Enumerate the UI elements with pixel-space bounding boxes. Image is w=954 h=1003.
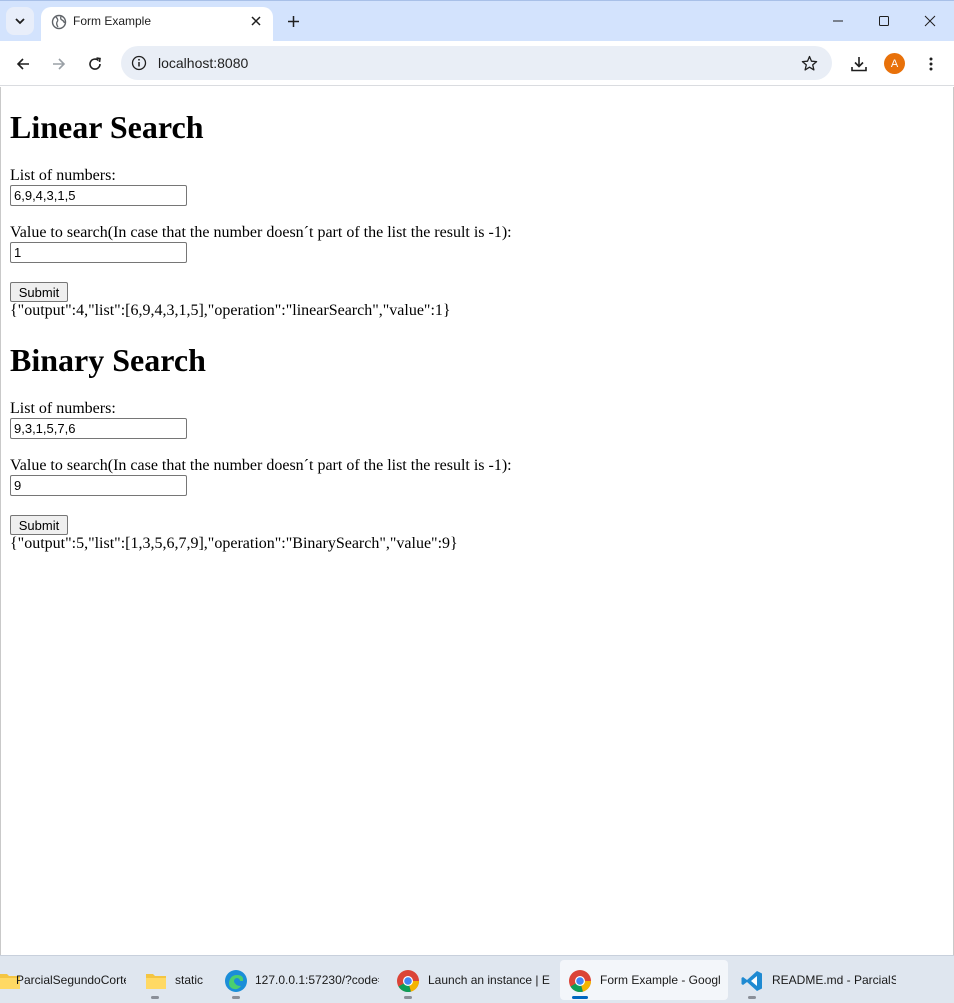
chrome-icon <box>397 970 419 993</box>
site-info-button[interactable] <box>130 54 148 72</box>
linear-value-input[interactable] <box>10 242 187 263</box>
binary-value-input[interactable] <box>10 475 187 496</box>
taskbar-item-label: Launch an instance | EC <box>428 973 550 987</box>
star-icon <box>801 55 817 71</box>
maximize-icon <box>879 16 889 26</box>
folder-icon <box>146 974 166 989</box>
close-icon <box>251 16 261 26</box>
chrome-icon <box>569 970 591 993</box>
globe-icon <box>51 14 67 30</box>
bookmark-button[interactable] <box>799 53 819 73</box>
back-button[interactable] <box>10 51 36 77</box>
browser-tab[interactable]: Form Example <box>41 7 273 42</box>
browser-toolbar: localhost:8080 A <box>0 41 954 86</box>
binary-submit-button[interactable]: Submit <box>10 515 68 535</box>
info-icon <box>131 55 147 71</box>
taskbar-item[interactable]: Launch an instance | EC <box>388 960 556 1000</box>
taskbar-item[interactable]: static <box>136 960 216 1000</box>
url-text: localhost:8080 <box>158 55 249 71</box>
vscode-icon <box>741 971 762 991</box>
taskbar-item[interactable]: README.md - ParcialS <box>732 960 900 1000</box>
linear-result-text: {"output":4,"list":[6,9,4,3,1,5],"operat… <box>10 302 451 319</box>
binary-list-label: List of numbers: <box>10 400 116 417</box>
taskbar-item-label: ParcialSegundoCorte <box>16 973 126 987</box>
taskbar-item-label: README.md - ParcialS <box>772 973 896 987</box>
binary-value-label: Value to search(In case that the number … <box>10 457 512 474</box>
profile-avatar[interactable]: A <box>884 53 905 74</box>
tab-search-button[interactable] <box>6 7 34 35</box>
tab-close-button[interactable] <box>247 12 265 30</box>
active-indicator <box>572 996 588 999</box>
more-vert-icon <box>929 57 933 71</box>
web-page: Linear Search List of numbers: Value to … <box>0 87 954 955</box>
tab-title: Form Example <box>73 14 152 28</box>
linear-value-label: Value to search(In case that the number … <box>10 224 512 241</box>
downloads-button[interactable] <box>846 51 872 77</box>
chrome-menu-button[interactable] <box>918 51 944 77</box>
taskbar-item-active[interactable]: Form Example - Googl <box>560 960 728 1000</box>
taskbar-item-label: static <box>175 973 204 987</box>
binary-list-input[interactable] <box>10 418 187 439</box>
running-indicator <box>151 996 159 999</box>
close-window-button[interactable] <box>918 9 942 33</box>
minimize-icon <box>833 20 843 22</box>
maximize-button[interactable] <box>872 9 896 33</box>
arrow-right-icon <box>53 58 66 70</box>
linear-list-label: List of numbers: <box>10 167 116 184</box>
close-icon <box>924 15 936 27</box>
forward-button[interactable] <box>46 51 72 77</box>
taskbar-item-label: Form Example - Googl <box>600 973 721 987</box>
minimize-button[interactable] <box>826 9 850 33</box>
taskbar-item[interactable]: ParcialSegundoCorte <box>0 960 130 1000</box>
binary-result-text: {"output":5,"list":[1,3,5,6,7,9],"operat… <box>10 535 458 552</box>
linear-submit-button[interactable]: Submit <box>10 282 68 302</box>
browser-tab-bar: Form Example <box>0 0 954 42</box>
running-indicator <box>748 996 756 999</box>
reload-button[interactable] <box>82 51 108 77</box>
running-indicator <box>232 996 240 999</box>
edge-icon <box>225 970 247 992</box>
linear-search-heading: Linear Search <box>10 109 204 145</box>
taskbar-item[interactable]: 127.0.0.1:57230/?code= <box>216 960 384 1000</box>
chevron-down-icon <box>15 18 25 25</box>
plus-icon <box>287 15 299 27</box>
binary-search-heading: Binary Search <box>10 342 206 378</box>
reload-icon <box>89 57 101 70</box>
address-bar[interactable]: localhost:8080 <box>121 46 832 80</box>
running-indicator <box>404 996 412 999</box>
new-tab-button[interactable] <box>283 11 303 31</box>
linear-list-input[interactable] <box>10 185 187 206</box>
taskbar-item-label: 127.0.0.1:57230/?code= <box>255 973 379 987</box>
download-icon <box>851 57 867 72</box>
windows-taskbar: ParcialSegundoCorte static 127.0.0.1:572… <box>0 955 954 1003</box>
arrow-left-icon <box>16 58 29 70</box>
